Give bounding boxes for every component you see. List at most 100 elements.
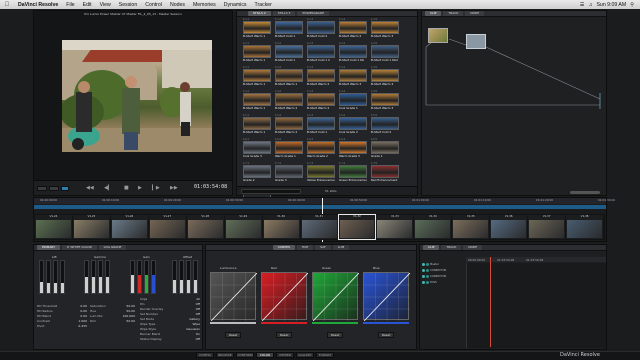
spotlight-search-icon[interactable]: ⚲ — [630, 2, 634, 8]
gallery-search-field[interactable] — [241, 189, 301, 194]
page-tab[interactable]: COLOR — [256, 352, 274, 358]
keyframe-track-row[interactable]: PCSS — [422, 281, 437, 284]
gallery-still[interactable]: 1.5.4 Cool Grade 2 — [339, 114, 367, 136]
viewer-split-button[interactable] — [49, 186, 59, 191]
timeline-clip[interactable]: V1-30 — [262, 215, 300, 239]
wifi-icon[interactable]: ☰ — [580, 2, 585, 8]
track-visibility-icon[interactable] — [422, 263, 425, 266]
gallery-still[interactable]: 1.4.3 B-Start Warm 2 — [307, 90, 335, 112]
gallery-still[interactable]: 1.2.4 B-Start Cold 1 Db — [339, 42, 367, 64]
level-meter[interactable] — [46, 260, 51, 294]
fast-forward-icon[interactable]: ▶▶ — [170, 185, 178, 191]
viewer-mode-button[interactable] — [37, 186, 47, 191]
gallery-still[interactable]: 1.1.2 B-Start Cold 1 — [275, 18, 303, 40]
gallery-still[interactable]: 1.2.3 B-Start Cold 1 C — [307, 42, 335, 64]
page-tab[interactable]: GALLERY — [296, 352, 314, 358]
level-meter[interactable] — [137, 260, 142, 294]
gallery-still[interactable]: 1.5.3 B-Start Cold 1 — [307, 114, 335, 136]
keyframe-track-row[interactable]: Master — [422, 263, 439, 266]
track-visibility-icon[interactable] — [422, 275, 425, 278]
keyframe-track-row[interactable]: CORRECTOR — [422, 269, 446, 272]
curve-reset-button[interactable]: Reset — [276, 332, 293, 338]
level-meter[interactable] — [130, 260, 135, 294]
track-visibility-icon[interactable] — [422, 281, 425, 284]
tab-stills-2[interactable]: STILLS 2 — [248, 11, 271, 16]
gallery-still[interactable]: 1.4.5 B-Start Warm 3 — [371, 90, 399, 112]
viewer-highlight-button[interactable] — [61, 186, 69, 191]
tab-primary[interactable]: PRIMARY — [37, 245, 61, 250]
keyframe-playhead[interactable] — [490, 257, 491, 347]
menu-view[interactable]: View — [96, 2, 115, 8]
level-meter[interactable] — [186, 260, 191, 294]
curve-line[interactable] — [261, 272, 309, 322]
level-meter[interactable] — [60, 260, 65, 294]
gallery-still[interactable]: 1.3.1 B-Start Warm 1 — [243, 66, 271, 88]
node-tab-track[interactable]: TRACK — [443, 11, 464, 16]
gallery-still[interactable]: 1.6.4 Warm Grade 3 — [339, 138, 367, 160]
tab-curves[interactable]: CURVES — [272, 245, 295, 250]
curve-graph[interactable] — [312, 272, 360, 322]
track-visibility-icon[interactable] — [422, 269, 425, 272]
timeline-clip[interactable]: V1-32 — [337, 214, 377, 240]
curve-reset-button[interactable]: Reset — [225, 332, 242, 338]
curve-reset-button[interactable]: Reset — [327, 332, 344, 338]
gallery-still[interactable]: 1.6.2 Warm Grade 1 — [275, 138, 303, 160]
corrector-node[interactable] — [466, 34, 486, 49]
volume-icon[interactable]: ♫ — [589, 2, 593, 8]
menu-nodes[interactable]: Nodes — [166, 2, 189, 8]
timeline-clip[interactable]: V1-25 — [72, 215, 110, 239]
curve-line[interactable] — [363, 272, 411, 322]
curve-line[interactable] — [210, 272, 258, 322]
menu-memories[interactable]: Memories — [189, 2, 220, 8]
tab-lum[interactable]: LUM — [332, 245, 350, 250]
curve-line[interactable] — [312, 272, 360, 322]
node-tab-node[interactable]: NODE — [465, 11, 485, 16]
timeline-clip[interactable]: V1-27 — [148, 215, 186, 239]
play-icon[interactable]: ▶ — [138, 185, 142, 191]
param-row[interactable]: Dim 50.00 — [90, 319, 135, 324]
track-lock-icon[interactable] — [426, 275, 429, 278]
tab-stills-3[interactable]: STILLS 3 — [272, 11, 296, 16]
timeline-clip[interactable]: V1-28 — [186, 215, 224, 239]
keyframe-track-area[interactable] — [466, 263, 606, 348]
gallery-still[interactable]: 1.7.2 Grade 3 — [275, 162, 303, 184]
gallery-still[interactable]: 1.4.2 B-Start Warm 2 — [275, 90, 303, 112]
gallery-still[interactable]: 1.4.1 B-Start Warm 1 — [243, 90, 271, 112]
level-meter[interactable] — [144, 260, 149, 294]
apple-icon[interactable]:  — [0, 2, 14, 8]
gallery-still[interactable]: 1.3.5 B-Start Warm 4 — [371, 66, 399, 88]
track-lock-icon[interactable] — [426, 263, 429, 266]
page-tab[interactable]: VIEWER — [276, 352, 294, 358]
timeline-clip[interactable]: V1-35 — [452, 215, 490, 239]
menu-control[interactable]: Control — [141, 2, 166, 8]
gallery-still[interactable]: 1.3.3 B-Start Warm 2 — [307, 66, 335, 88]
gallery-still[interactable]: 1.7.1 Grade 2 — [243, 162, 271, 184]
gallery-still[interactable]: 1.6.1 Cool Grade 3 — [243, 138, 271, 160]
level-meter[interactable] — [53, 260, 58, 294]
gallery-still[interactable]: 1.2.2 B-Start Cold 1 — [275, 42, 303, 64]
timeline-clip[interactable]: V1-26 — [110, 215, 148, 239]
timeline-clip[interactable]: V1-34 — [414, 215, 452, 239]
track-lock-icon[interactable] — [426, 281, 429, 284]
level-meter[interactable] — [84, 260, 89, 294]
source-node[interactable] — [428, 28, 448, 43]
gallery-still[interactable]: 1.6.5 Grade 1 — [371, 138, 399, 160]
tab-sat[interactable]: SAT — [315, 245, 331, 250]
timeline-clip[interactable]: V1-37 — [528, 215, 566, 239]
menu-app-name[interactable]: DaVinci Resolve — [14, 2, 62, 8]
param-row[interactable]: Status Display Off — [140, 337, 200, 342]
gallery-still[interactable]: 1.7.5 Red Enhancement — [371, 162, 399, 184]
kf-tab-clip[interactable]: CLIP — [423, 245, 440, 250]
timeline-clip[interactable]: V1-38 — [566, 215, 604, 239]
level-meter[interactable] — [172, 260, 177, 294]
gallery-still[interactable]: 1.3.2 B-Start Warm 1 — [275, 66, 303, 88]
track-lock-icon[interactable] — [426, 269, 429, 272]
tab-white-color[interactable]: P. WHITE COLOR — [62, 245, 97, 250]
timeline-clip[interactable]: V1-33 — [376, 215, 414, 239]
kf-tab-node[interactable]: NODE — [463, 245, 483, 250]
param-row[interactable]: Pivot 0.435 — [37, 324, 87, 329]
curve-graph[interactable] — [363, 272, 411, 322]
curve-graph[interactable] — [210, 272, 258, 322]
gallery-still[interactable]: 1.6.3 Warm Grade 2 — [307, 138, 335, 160]
page-tab[interactable]: FORMAT — [316, 352, 334, 358]
